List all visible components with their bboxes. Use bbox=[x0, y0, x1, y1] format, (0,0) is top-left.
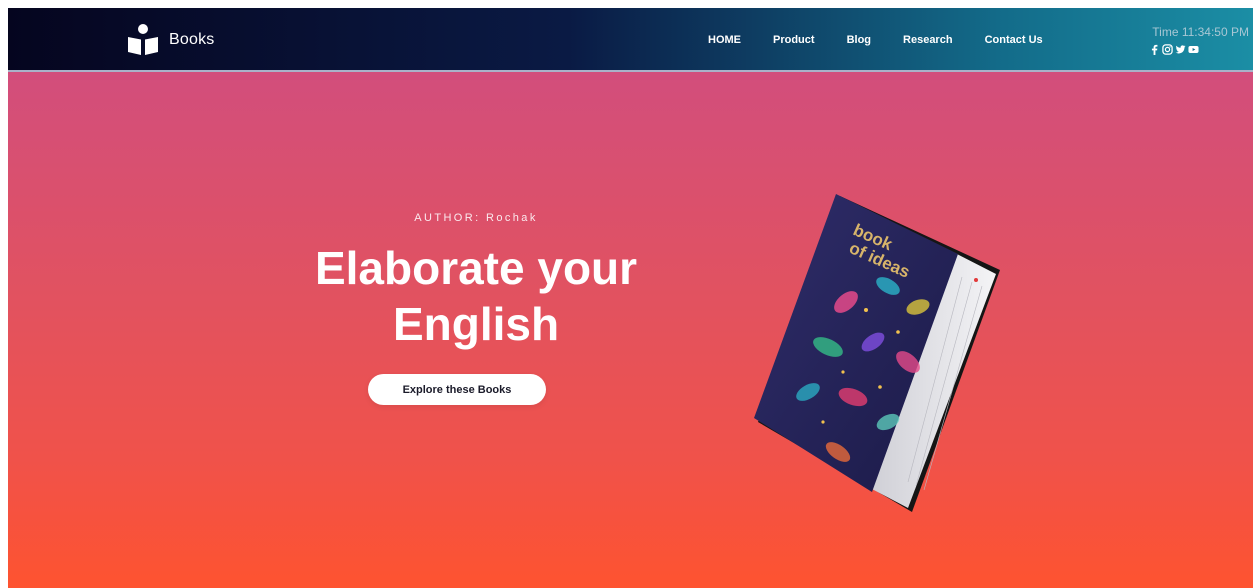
headline-line-1: Elaborate your bbox=[314, 242, 638, 294]
book-illustration: book of ideas bbox=[754, 194, 1000, 512]
twitter-icon[interactable] bbox=[1175, 44, 1186, 55]
nav-link-contact-us[interactable]: Contact Us bbox=[985, 34, 1043, 46]
author-label: AUTHOR: Rochak bbox=[414, 212, 538, 224]
page-frame: Books HOME Product Blog Research Contact… bbox=[8, 8, 1253, 588]
nav-link-product[interactable]: Product bbox=[773, 34, 815, 46]
brand-logo[interactable]: Books bbox=[126, 22, 214, 58]
instagram-icon[interactable] bbox=[1162, 44, 1173, 55]
social-links bbox=[1149, 44, 1199, 55]
hero-section: AUTHOR: Rochak Elaborate your English Ex… bbox=[8, 72, 1253, 588]
nav-link-research[interactable]: Research bbox=[903, 34, 953, 46]
reading-person-icon bbox=[128, 24, 158, 55]
headline-line-2: English bbox=[392, 298, 560, 350]
explore-books-button[interactable]: Explore these Books bbox=[368, 374, 546, 405]
nav-link-blog[interactable]: Blog bbox=[847, 34, 871, 46]
brand-name: Books bbox=[169, 31, 215, 48]
hero-headline: Elaborate your English bbox=[276, 240, 676, 352]
nav-link-home[interactable]: HOME bbox=[708, 34, 741, 46]
youtube-icon[interactable] bbox=[1188, 44, 1199, 55]
top-navbar: Books HOME Product Blog Research Contact… bbox=[8, 8, 1253, 72]
facebook-icon[interactable] bbox=[1149, 44, 1160, 55]
clock-display: Time 11:34:50 PM bbox=[1152, 25, 1249, 39]
nav-menu: HOME Product Blog Research Contact Us bbox=[708, 8, 1075, 72]
